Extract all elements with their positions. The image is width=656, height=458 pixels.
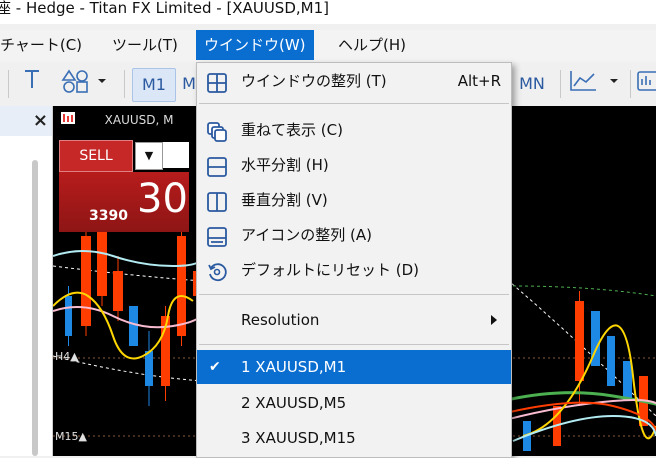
menu-item-resolution[interactable]: Resolution xyxy=(197,303,511,337)
menu-item-label: Resolution xyxy=(241,311,320,329)
menu-item-window-2[interactable]: 2 XAUUSD,M5 xyxy=(197,386,511,420)
toolbar-separator xyxy=(8,70,9,98)
sell-price-main: 30 xyxy=(137,176,188,222)
chevron-down-icon[interactable]: ▼ xyxy=(135,142,163,170)
chart-tab-title: XAUUSD, M xyxy=(104,113,174,127)
menu-item-shortcut: Alt+R xyxy=(457,72,501,90)
menu-item-label: 2 XAUUSD,M5 xyxy=(241,394,347,412)
timeframe-m1-button[interactable]: M1 xyxy=(132,68,176,102)
menu-bar: チャート(C) ツール(T) ウインドウ(W) ヘルプ(H) xyxy=(0,30,656,62)
m15-level-label: M15▲ xyxy=(55,430,87,443)
tile-horizontal-icon xyxy=(207,155,227,177)
menu-separator xyxy=(199,103,509,104)
menu-item-label: 垂直分割 (V) xyxy=(241,191,328,209)
lot-size-input[interactable] xyxy=(163,142,189,168)
menu-separator xyxy=(199,294,509,295)
menu-tools[interactable]: ツール(T) xyxy=(104,30,186,60)
menu-item-label: 重ねて表示 (C) xyxy=(241,121,343,139)
reset-icon xyxy=(207,260,227,282)
menu-item-tile-vertical[interactable]: 垂直分割 (V) xyxy=(197,183,511,217)
menu-item-label: ウインドウの整列 (T) xyxy=(241,72,387,90)
chart-candle xyxy=(607,336,615,386)
shapes-icon[interactable] xyxy=(58,68,114,100)
menu-item-label: 水平分割 (H) xyxy=(241,156,329,174)
menu-item-tile-windows[interactable]: ウインドウの整列 (T) Alt+R xyxy=(197,64,511,98)
line-chart-icon[interactable] xyxy=(568,68,624,100)
menu-item-tile-horizontal[interactable]: 水平分割 (H) xyxy=(197,148,511,182)
sell-price-box[interactable]: 3390 30 xyxy=(59,172,189,232)
chart-tab[interactable]: XAUUSD, M xyxy=(61,112,174,128)
menu-chart[interactable]: チャート(C) xyxy=(0,30,90,60)
menu-item-arrange-icons[interactable]: アイコンの整列 (A) xyxy=(197,218,511,252)
timeframe-mn-button[interactable]: MN xyxy=(512,68,552,100)
navigator-scrollbar[interactable] xyxy=(32,160,38,456)
chart-candle xyxy=(623,361,632,401)
menu-item-label: 1 XAUUSD,M1 xyxy=(241,358,347,376)
toolbar-separator xyxy=(630,70,631,98)
arrange-icons-icon xyxy=(207,225,227,247)
h4-level-label: H4▲ xyxy=(55,350,79,363)
tile-vertical-icon xyxy=(207,190,227,212)
chart-candle xyxy=(129,306,138,346)
menu-item-cascade[interactable]: 重ねて表示 (C) xyxy=(197,113,511,147)
cursor-text-icon[interactable] xyxy=(18,68,46,100)
menu-help[interactable]: ヘルプ(H) xyxy=(330,30,414,60)
menu-item-window-3[interactable]: 3 XAUUSD,M15 xyxy=(197,421,511,455)
tile-windows-icon xyxy=(207,71,227,93)
close-icon[interactable]: × xyxy=(33,110,48,131)
checkmark-icon: ✔ xyxy=(209,359,221,375)
menu-window[interactable]: ウインドウ(W) xyxy=(196,30,314,60)
menu-item-window-1[interactable]: ✔ 1 XAUUSD,M1 xyxy=(197,350,511,384)
window-title: 座 - Hedge - Titan FX Limited - [XAUUSD,M… xyxy=(0,0,329,17)
navigator-panel: × xyxy=(0,106,53,456)
menu-item-reset-default[interactable]: デフォルトにリセット (D) xyxy=(197,253,511,287)
toolbar-separator xyxy=(124,70,125,98)
toolbar-separator xyxy=(560,70,561,98)
cascade-icon xyxy=(207,120,227,142)
chart-type-icon xyxy=(61,112,97,127)
sell-price-prefix: 3390 xyxy=(89,208,128,224)
menu-item-label: デフォルトにリセット (D) xyxy=(241,261,420,279)
menu-item-label: アイコンの整列 (A) xyxy=(241,226,372,244)
title-bar: 座 - Hedge - Titan FX Limited - [XAUUSD,M… xyxy=(0,0,656,24)
window-menu-dropdown: ウインドウの整列 (T) Alt+R 重ねて表示 (C) 水平分割 (H) 垂直… xyxy=(196,62,512,458)
menu-separator xyxy=(199,344,509,345)
one-click-trading-panel: SELL ▼ 3390 30 xyxy=(59,140,189,232)
chart-window-icon[interactable] xyxy=(636,68,656,100)
submenu-arrow-icon xyxy=(491,315,497,325)
sell-button[interactable]: SELL xyxy=(59,140,133,172)
menu-item-label: 3 XAUUSD,M15 xyxy=(241,429,356,447)
